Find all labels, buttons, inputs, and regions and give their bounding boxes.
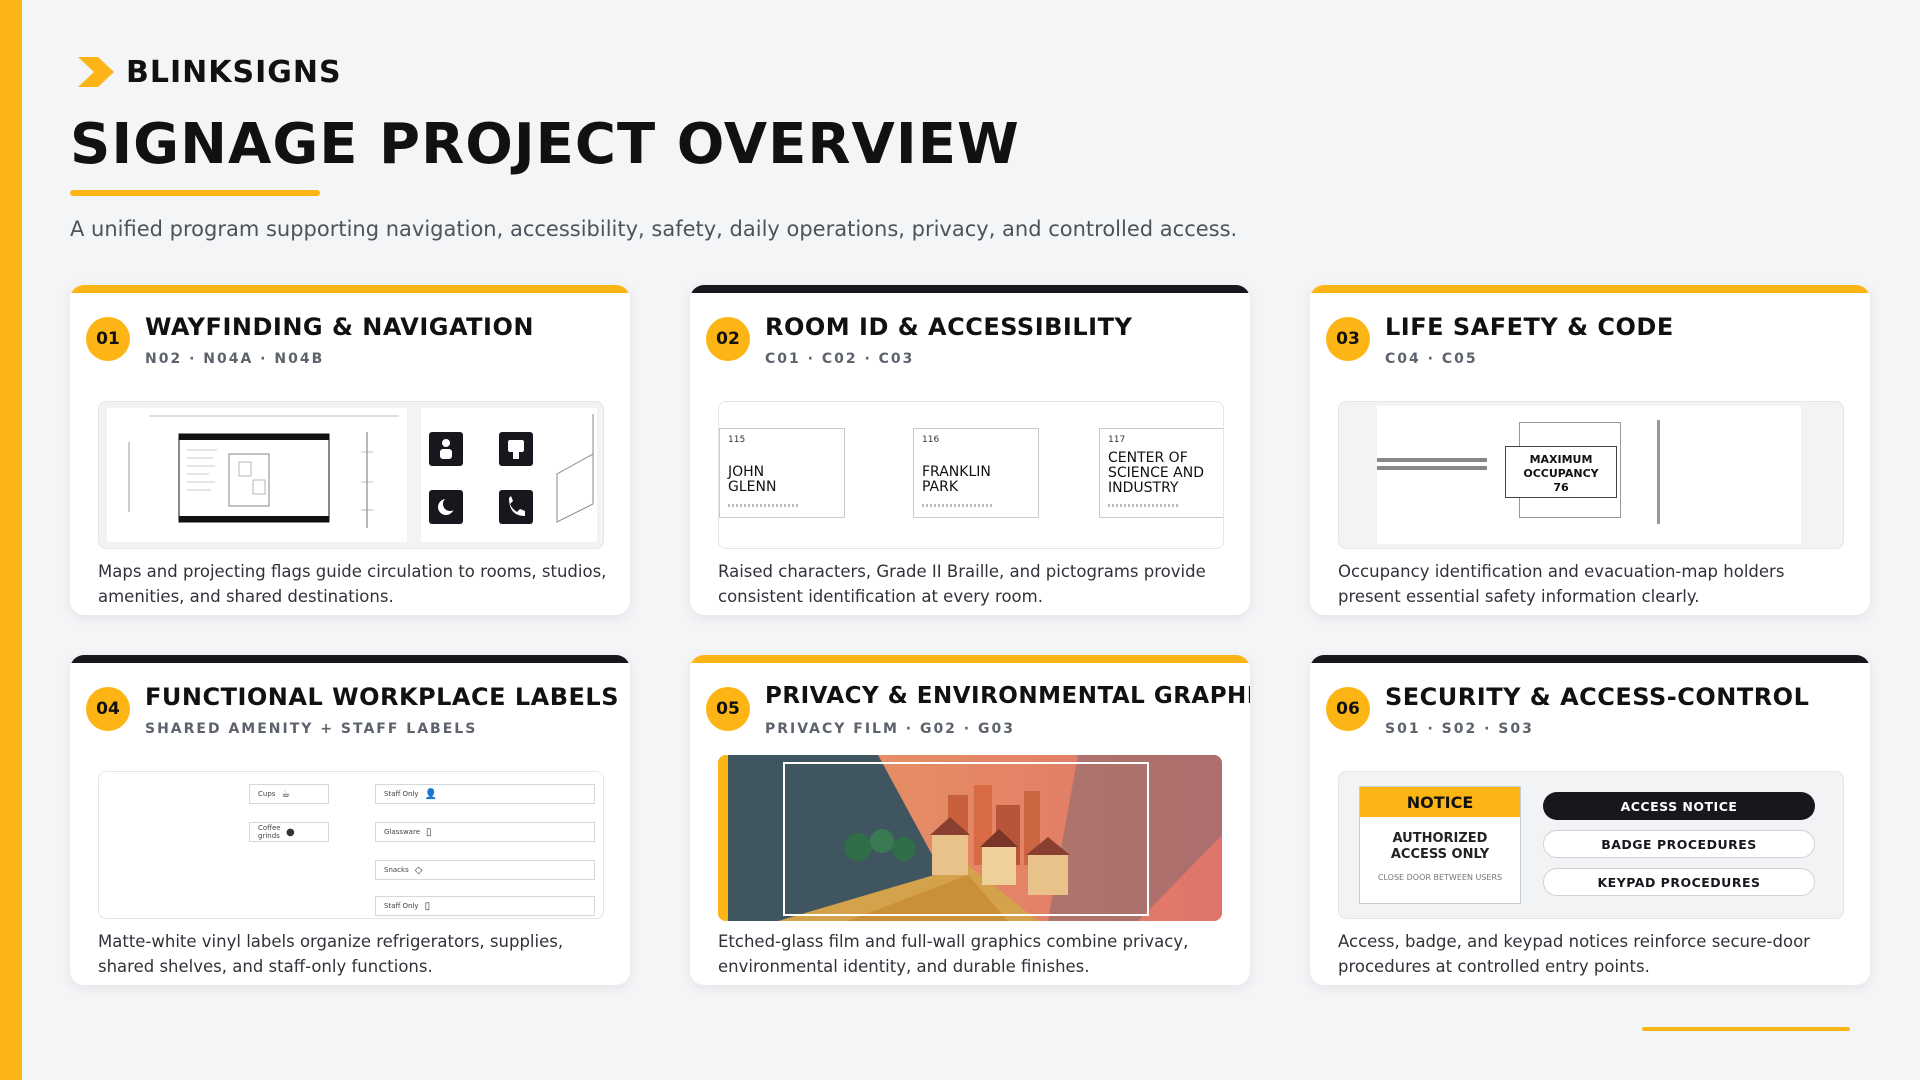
environmental-graphic-illustration [718, 755, 1222, 921]
side-profile [1657, 420, 1660, 524]
card-codes: C04 · C05 [1385, 351, 1478, 367]
label-text: Cups [258, 790, 276, 798]
brand-logo: BLINKSIGNS [76, 50, 342, 94]
card-number-badge: 06 [1326, 687, 1370, 731]
card-description: Raised characters, Grade II Braille, and… [718, 562, 1206, 606]
card-accent-bar [70, 655, 630, 663]
card-accent-bar [690, 655, 1250, 663]
braille-dots [728, 504, 798, 507]
card-codes: C01 · C02 · C03 [765, 351, 915, 367]
card-room-id: 02 ROOM ID & ACCESSIBILITY C01 · C02 · C… [690, 285, 1250, 615]
cup-icon: ☕ [281, 788, 291, 800]
occupancy-value: 76 [1553, 481, 1569, 494]
room-number: 115 [728, 435, 746, 445]
card-accent-bar [1310, 655, 1870, 663]
room-sign: 116 FRANKLIN PARK [913, 428, 1039, 518]
city-mural-graphic [718, 755, 1222, 921]
card-title: SECURITY & ACCESS-CONTROL [1385, 683, 1810, 711]
room-number: 116 [922, 435, 940, 445]
card-description: Etched-glass film and full-wall graphics… [718, 932, 1189, 976]
label-text: Coffee grinds [258, 824, 281, 840]
room-name: CENTER OF SCIENCE AND INDUSTRY [1108, 450, 1205, 496]
braille-dots [1108, 504, 1178, 507]
coffee-bean-icon: ● [286, 826, 295, 838]
label-sample: Snacks ◇ [375, 860, 595, 880]
card-workplace-labels: 04 FUNCTIONAL WORKPLACE LABELS SHARED AM… [70, 655, 630, 985]
keypad-procedures-pill: KEYPAD PROCEDURES [1543, 868, 1815, 896]
page-title: SIGNAGE PROJECT OVERVIEW [70, 112, 1020, 177]
notice-body: AUTHORIZED ACCESS ONLY [1390, 831, 1490, 862]
access-notice-pill: ACCESS NOTICE [1543, 792, 1815, 820]
brand-name: BLINKSIGNS [126, 54, 342, 90]
label-sample: Cups ☕ [249, 784, 329, 804]
card-number-badge: 04 [86, 687, 130, 731]
person-icon: 👤 [424, 788, 438, 800]
page-subtitle: A unified program supporting navigation,… [70, 217, 1238, 241]
security-illustration: NOTICE AUTHORIZED ACCESS ONLY CLOSE DOOR… [1338, 771, 1844, 919]
wayfinding-map-drawing [107, 408, 597, 542]
sign-profile [1377, 458, 1487, 462]
chevron-right-icon [78, 57, 114, 87]
accent-side-bar [0, 0, 22, 1080]
room-sign-illustration: 115 JOHN GLENN 116 FRANKLIN PARK 117 CEN… [718, 401, 1224, 549]
room-sign: 117 CENTER OF SCIENCE AND INDUSTRY [1099, 428, 1223, 518]
card-description: Access, badge, and keypad notices reinfo… [1338, 932, 1810, 976]
card-wayfinding: 01 WAYFINDING & NAVIGATION N02 · N04A · … [70, 285, 630, 615]
card-number-badge: 01 [86, 317, 130, 361]
label-sample: Staff Only 👤 [375, 784, 595, 804]
label-text: Snacks [384, 866, 409, 874]
label-sample: Glassware ▯ [375, 822, 595, 842]
notice-fine-print: CLOSE DOOR BETWEEN USERS [1377, 873, 1503, 882]
occupancy-illustration: MAXIMUM OCCUPANCY 76 [1338, 401, 1844, 549]
braille-dots [922, 504, 992, 507]
card-codes: SHARED AMENITY + STAFF LABELS [145, 721, 478, 737]
wayfinding-illustration [98, 401, 604, 549]
glass-icon: ▯ [426, 826, 432, 838]
card-accent-bar [70, 285, 630, 293]
card-accent-bar [1310, 285, 1870, 293]
sign-profile [1377, 466, 1487, 470]
label-text: Glassware [384, 828, 420, 836]
card-title: PRIVACY & ENVIRONMENTAL GRAPHICS [765, 683, 1250, 709]
occupancy-sign: MAXIMUM OCCUPANCY 76 [1505, 446, 1617, 498]
occupancy-label: MAXIMUM OCCUPANCY [1523, 453, 1599, 480]
card-codes: PRIVACY FILM · G02 · G03 [765, 721, 1015, 737]
footer-accent-line [1642, 1027, 1850, 1031]
notice-heading: NOTICE [1360, 787, 1520, 817]
room-sign: 115 JOHN GLENN [719, 428, 845, 518]
labels-illustration: Cups ☕ Staff Only 👤 Coffee grinds ● Glas… [98, 771, 604, 919]
card-title: FUNCTIONAL WORKPLACE LABELS [145, 683, 619, 711]
card-description: Matte-white vinyl labels organize refrig… [98, 932, 564, 976]
notice-sign: NOTICE AUTHORIZED ACCESS ONLY CLOSE DOOR… [1359, 786, 1521, 904]
card-privacy-graphics: 05 PRIVACY & ENVIRONMENTAL GRAPHICS PRIV… [690, 655, 1250, 985]
card-codes: S01 · S02 · S03 [1385, 721, 1534, 737]
card-accent-bar [690, 285, 1250, 293]
person-icon: ▯ [424, 900, 431, 912]
card-life-safety: 03 LIFE SAFETY & CODE C04 · C05 MAXIMUM … [1310, 285, 1870, 615]
card-number-badge: 02 [706, 317, 750, 361]
card-security: 06 SECURITY & ACCESS-CONTROL S01 · S02 ·… [1310, 655, 1870, 985]
label-sample: Coffee grinds ● [249, 822, 329, 842]
card-number-badge: 05 [706, 687, 750, 731]
card-number-badge: 03 [1326, 317, 1370, 361]
label-text: Staff Only [384, 790, 419, 798]
room-name: FRANKLIN PARK [922, 464, 991, 495]
snack-icon: ◇ [414, 864, 423, 876]
card-description: Occupancy identification and evacuation-… [1338, 562, 1785, 606]
badge-procedures-pill: BADGE PROCEDURES [1543, 830, 1815, 858]
label-text: Staff Only [384, 902, 419, 910]
room-number: 117 [1108, 435, 1126, 445]
card-title: LIFE SAFETY & CODE [1385, 313, 1674, 341]
card-title: ROOM ID & ACCESSIBILITY [765, 313, 1133, 341]
card-title: WAYFINDING & NAVIGATION [145, 313, 534, 341]
card-description: Maps and projecting flags guide circulat… [98, 562, 607, 606]
room-name: JOHN GLENN [728, 464, 777, 495]
card-codes: N02 · N04A · N04B [145, 351, 325, 367]
title-underline [70, 190, 320, 196]
label-sample: Staff Only ▯ [375, 896, 595, 916]
